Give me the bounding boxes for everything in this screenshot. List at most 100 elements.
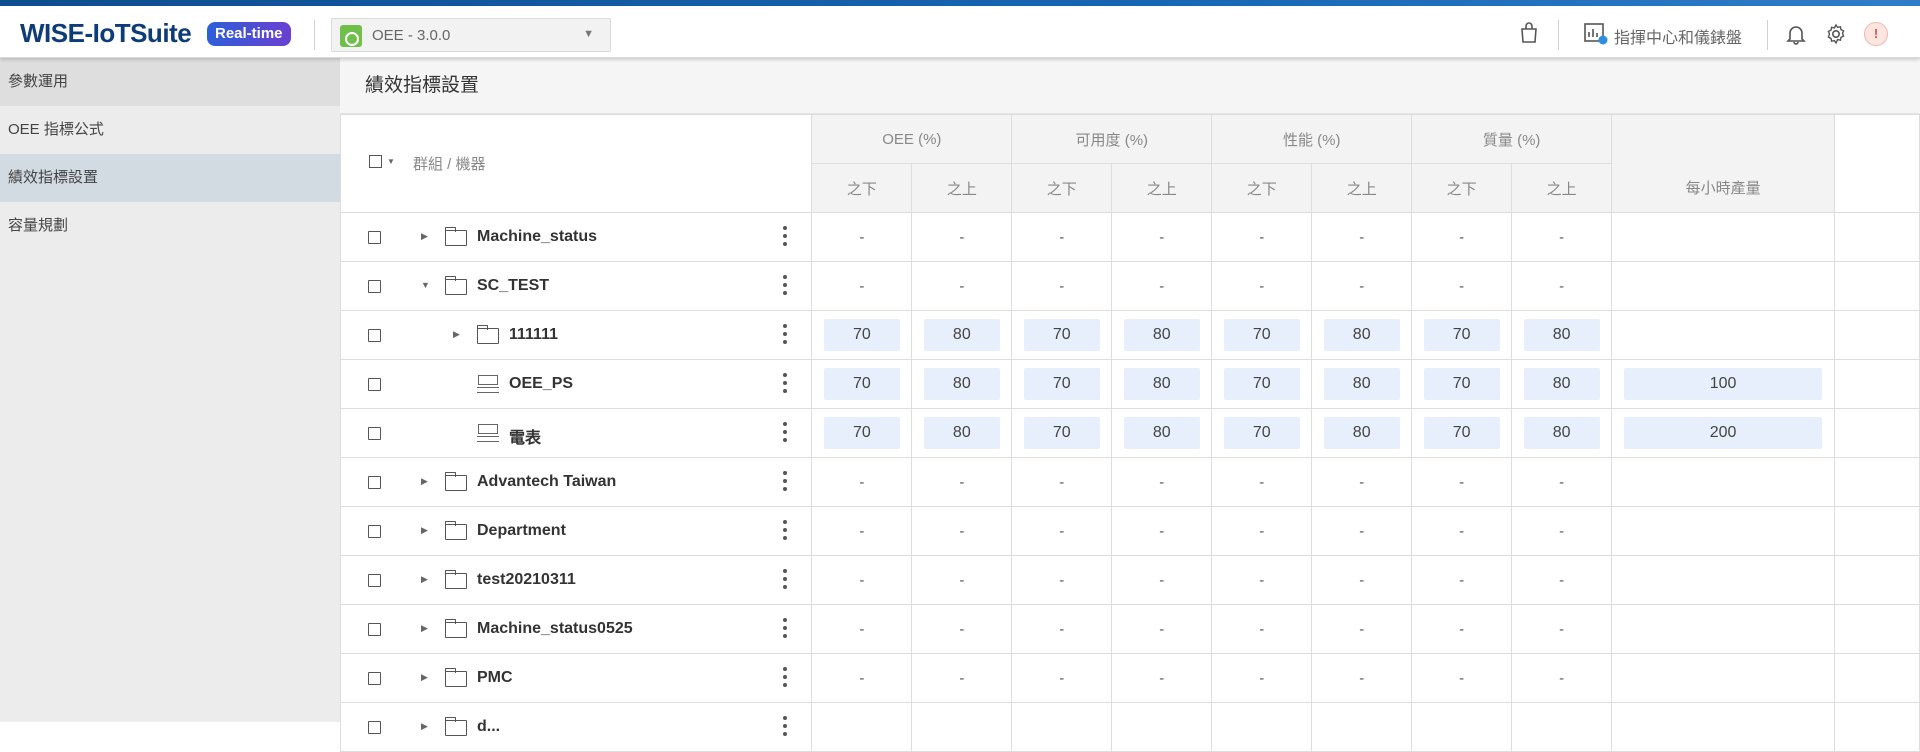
- threshold-input[interactable]: 70: [823, 368, 900, 400]
- expand-right-icon[interactable]: ▶: [421, 476, 428, 487]
- kebab-menu-icon[interactable]: [783, 373, 787, 395]
- row-checkbox[interactable]: [368, 574, 381, 587]
- threshold-cell: -: [1011, 261, 1113, 311]
- threshold-cell: -: [1111, 261, 1213, 311]
- kebab-menu-icon[interactable]: [783, 275, 787, 297]
- row-checkbox[interactable]: [368, 427, 381, 440]
- row-checkbox[interactable]: [368, 231, 381, 244]
- threshold-input[interactable]: 80: [1123, 368, 1200, 400]
- shopping-bag-icon[interactable]: [1519, 22, 1539, 49]
- row-checkbox[interactable]: [368, 280, 381, 293]
- threshold-cell: -: [911, 653, 1013, 703]
- threshold-input[interactable]: 80: [1323, 417, 1400, 449]
- kebab-menu-icon[interactable]: [783, 471, 787, 493]
- threshold-cell: -: [911, 604, 1013, 654]
- kebab-menu-icon[interactable]: [783, 520, 787, 542]
- hourly-output-input[interactable]: 100: [1624, 368, 1823, 400]
- table-row[interactable]: ▶ PMC - - - - - - - -: [339, 653, 1920, 703]
- threshold-cell: -: [1411, 261, 1513, 311]
- threshold-input[interactable]: 80: [923, 368, 1000, 400]
- chevron-down-icon[interactable]: ▼: [387, 157, 395, 166]
- kebab-menu-icon[interactable]: [783, 422, 787, 444]
- kebab-menu-icon[interactable]: [783, 569, 787, 591]
- row-checkbox[interactable]: [368, 476, 381, 489]
- hourly-output-input[interactable]: 200: [1624, 417, 1823, 449]
- threshold-input[interactable]: 70: [1223, 319, 1300, 351]
- threshold-input[interactable]: 70: [823, 417, 900, 449]
- threshold-input[interactable]: 70: [1023, 319, 1100, 351]
- expand-right-icon[interactable]: ▶: [421, 574, 428, 585]
- kebab-menu-icon[interactable]: [783, 716, 787, 738]
- row-checkbox[interactable]: [368, 329, 381, 342]
- threshold-input[interactable]: 80: [1323, 368, 1400, 400]
- row-checkbox[interactable]: [368, 378, 381, 391]
- expand-right-icon[interactable]: ▶: [421, 721, 428, 732]
- table-row[interactable]: ▶ 111111 70 80 70 80 70 80 70 80: [339, 310, 1920, 360]
- bell-icon[interactable]: [1786, 23, 1806, 50]
- threshold-input[interactable]: 80: [1523, 368, 1600, 400]
- threshold-cell: -: [1211, 457, 1313, 507]
- command-center-link[interactable]: 指揮中心和儀錶盤: [1614, 24, 1742, 48]
- threshold-input[interactable]: 80: [1523, 319, 1600, 351]
- dashboard-icon[interactable]: [1584, 23, 1608, 50]
- sidebar-item-capacity-planning[interactable]: 容量規劃: [0, 202, 340, 250]
- threshold-value: -: [859, 522, 865, 540]
- row-checkbox[interactable]: [368, 623, 381, 636]
- expand-right-icon[interactable]: ▶: [421, 525, 428, 536]
- kebab-menu-icon[interactable]: [783, 226, 787, 248]
- threshold-input[interactable]: 70: [1423, 368, 1500, 400]
- sidebar-item-parameters[interactable]: 參數運用: [0, 58, 340, 106]
- table-row[interactable]: ▶ Machine_status - - - - - - - -: [339, 212, 1920, 262]
- sidebar-item-kpi-settings[interactable]: 績效指標設置: [0, 154, 340, 202]
- table-row[interactable]: ▶ test20210311 - - - - - - - -: [339, 555, 1920, 605]
- select-all-checkbox[interactable]: [369, 155, 382, 168]
- sidebar-item-oee-formula[interactable]: OEE 指標公式: [0, 106, 340, 154]
- spacer-cell: [1834, 310, 1920, 360]
- table-row[interactable]: OEE_PS 70 80 70 80 70 80 70 80 100: [339, 359, 1920, 409]
- threshold-input[interactable]: 70: [1023, 368, 1100, 400]
- expand-right-icon[interactable]: ▶: [421, 231, 428, 242]
- kebab-menu-icon[interactable]: [783, 667, 787, 689]
- threshold-cell: -: [811, 653, 913, 703]
- user-avatar[interactable]: !: [1864, 22, 1888, 46]
- app-selector[interactable]: OEE - 3.0.0 ▼: [331, 18, 611, 52]
- hourly-output-cell: [1611, 457, 1836, 507]
- row-checkbox[interactable]: [368, 672, 381, 685]
- threshold-input[interactable]: 70: [1223, 417, 1300, 449]
- table-row[interactable]: ▶ Machine_status0525 - - - - - - - -: [339, 604, 1920, 654]
- threshold-input[interactable]: 70: [1423, 417, 1500, 449]
- threshold-input[interactable]: 70: [1223, 368, 1300, 400]
- row-name: Machine_status0525: [477, 620, 633, 637]
- threshold-value: -: [1059, 228, 1065, 246]
- table-row[interactable]: ▶ Department - - - - - - - -: [339, 506, 1920, 556]
- expand-right-icon[interactable]: ▶: [421, 672, 428, 683]
- table-row[interactable]: 電表 70 80 70 80 70 80 70 80 200: [339, 408, 1920, 458]
- threshold-input[interactable]: 70: [1023, 417, 1100, 449]
- expand-right-icon[interactable]: ▶: [421, 623, 428, 634]
- threshold-input[interactable]: 80: [923, 319, 1000, 351]
- threshold-cell: -: [1511, 212, 1613, 262]
- row-name-cell: ▶ 111111: [339, 310, 813, 360]
- spacer-cell: [1834, 555, 1920, 605]
- threshold-value: -: [1059, 620, 1065, 638]
- kebab-menu-icon[interactable]: [783, 618, 787, 640]
- threshold-input[interactable]: 80: [1323, 319, 1400, 351]
- table-row[interactable]: ▶ Advantech Taiwan - - - - - - - -: [339, 457, 1920, 507]
- table-row[interactable]: ▶ d...: [339, 702, 1920, 752]
- expand-right-icon[interactable]: ▶: [453, 329, 460, 340]
- folder-icon: [445, 668, 467, 687]
- row-checkbox[interactable]: [368, 525, 381, 538]
- expand-down-icon[interactable]: ▼: [421, 280, 430, 290]
- kebab-menu-icon[interactable]: [783, 324, 787, 346]
- row-checkbox[interactable]: [368, 721, 381, 734]
- threshold-input[interactable]: 80: [923, 417, 1000, 449]
- threshold-input[interactable]: 80: [1523, 417, 1600, 449]
- threshold-input[interactable]: 70: [1423, 319, 1500, 351]
- threshold-value: -: [1359, 522, 1365, 540]
- app-logo: WISE-IoTSuite: [20, 18, 192, 48]
- gear-icon[interactable]: [1825, 23, 1847, 50]
- threshold-input[interactable]: 80: [1123, 319, 1200, 351]
- threshold-input[interactable]: 70: [823, 319, 900, 351]
- table-row[interactable]: ▼ SC_TEST - - - - - - - -: [339, 261, 1920, 311]
- threshold-input[interactable]: 80: [1123, 417, 1200, 449]
